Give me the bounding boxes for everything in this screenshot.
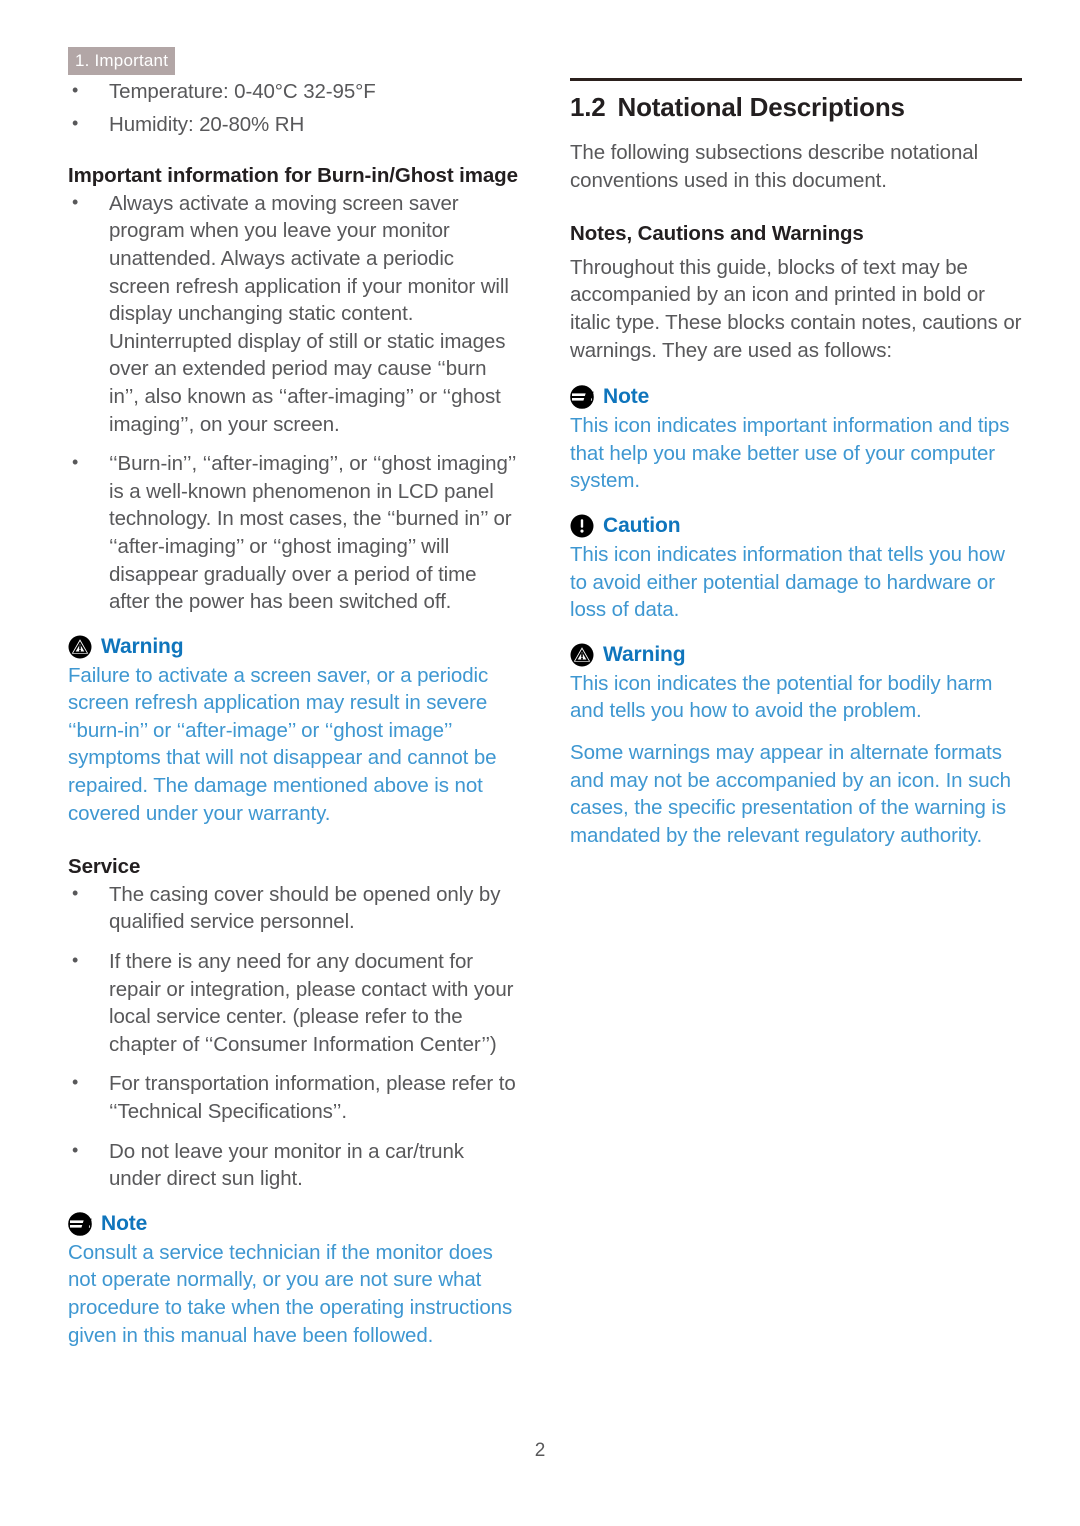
note-callout: Note This icon indicates important infor… — [570, 384, 1022, 495]
service-heading: Service — [68, 855, 141, 879]
document-page: 1. Important Temperature: 0-40°C 32-95°F… — [0, 0, 1080, 1526]
warning-callout: Warning This icon indicates the potentia… — [570, 642, 1022, 850]
bullet-text: For transportation information, please r… — [109, 1072, 516, 1123]
bullet-text: Always activate a moving screen saver pr… — [109, 191, 509, 436]
notes-cautions-warnings-heading: Notes, Cautions and Warnings — [570, 222, 864, 246]
page-number: 2 — [534, 1440, 546, 1461]
service-bullet-list: The casing cover should be opened only b… — [68, 880, 520, 1193]
list-item: Do not leave your monitor in a car/trunk… — [68, 1137, 520, 1193]
section-number: 1.2 — [570, 92, 606, 122]
bullet-text: ‘‘Burn-in’’, ‘‘after-imaging’’, or ‘‘gho… — [109, 452, 516, 614]
list-item: If there is any need for any document fo… — [68, 947, 520, 1058]
section-intro: The following subsections describe notat… — [570, 141, 979, 192]
callout-header: Warning — [68, 634, 520, 660]
callout-body-secondary: Some warnings may appear in alternate fo… — [570, 740, 1011, 847]
left-column: Temperature: 0-40°C 32-95°F Humidity: 20… — [68, 77, 520, 1349]
section-title-text: Notational Descriptions — [617, 92, 905, 122]
callout-title: Caution — [603, 513, 681, 537]
environment-bullet-list: Temperature: 0-40°C 32-95°F Humidity: 20… — [68, 77, 520, 139]
warning-triangle-icon — [68, 635, 92, 659]
list-item: Always activate a moving screen saver pr… — [68, 189, 520, 438]
right-column: 1.2 Notational Descriptions The following… — [570, 78, 1022, 849]
note-lines-icon — [68, 1211, 92, 1236]
callout-body: Failure to activate a screen saver, or a… — [68, 663, 497, 825]
list-item: ‘‘Burn-in’’, ‘‘after-imaging’’, or ‘‘gho… — [68, 449, 520, 616]
warning-triangle-icon — [570, 643, 594, 667]
callout-header: Caution — [570, 513, 1022, 539]
section-divider — [570, 78, 1022, 81]
callout-body: This icon indicates information that tel… — [570, 542, 1005, 622]
list-item: The casing cover should be opened only b… — [68, 880, 520, 936]
callout-body: This icon indicates the potential for bo… — [570, 671, 993, 723]
burn-in-bullet-list: Always activate a moving screen saver pr… — [68, 189, 520, 616]
bullet-text: Temperature: 0-40°C 32-95°F — [109, 80, 376, 103]
callout-title: Warning — [603, 642, 686, 666]
bullet-text: Do not leave your monitor in a car/trunk… — [109, 1139, 464, 1191]
notes-cautions-warnings-intro: Throughout this guide, blocks of text ma… — [570, 255, 1022, 362]
callout-title: Note — [603, 385, 650, 409]
callout-title: Note — [101, 1211, 148, 1235]
chapter-tab: 1. Important — [68, 47, 176, 75]
note-callout: Note Consult a service technician if the… — [68, 1211, 520, 1349]
list-item: For transportation information, please r… — [68, 1069, 520, 1125]
list-item: Temperature: 0-40°C 32-95°F — [68, 77, 520, 106]
burn-in-heading: Important information for Burn-in/Ghost … — [68, 164, 518, 188]
callout-header: Note — [570, 384, 1022, 410]
note-lines-icon — [570, 385, 594, 409]
callout-title: Warning — [101, 634, 184, 658]
callout-body: This icon indicates important informatio… — [570, 414, 1010, 493]
page-title: 1.2 Notational Descriptions — [570, 91, 1022, 123]
callout-header: Note — [68, 1211, 520, 1237]
bullet-text: If there is any need for any document fo… — [109, 950, 514, 1056]
list-item: Humidity: 20-80% RH — [68, 110, 520, 139]
caution-callout: Caution This icon indicates information … — [570, 513, 1022, 624]
bullet-text: Humidity: 20-80% RH — [109, 112, 305, 136]
caution-exclamation-icon — [570, 514, 594, 538]
warning-callout: Warning Failure to activate a screen sav… — [68, 634, 520, 828]
callout-body: Consult a service technician if the moni… — [68, 1240, 513, 1347]
callout-header: Warning — [570, 642, 1022, 668]
bullet-text: The casing cover should be opened only b… — [109, 882, 501, 934]
